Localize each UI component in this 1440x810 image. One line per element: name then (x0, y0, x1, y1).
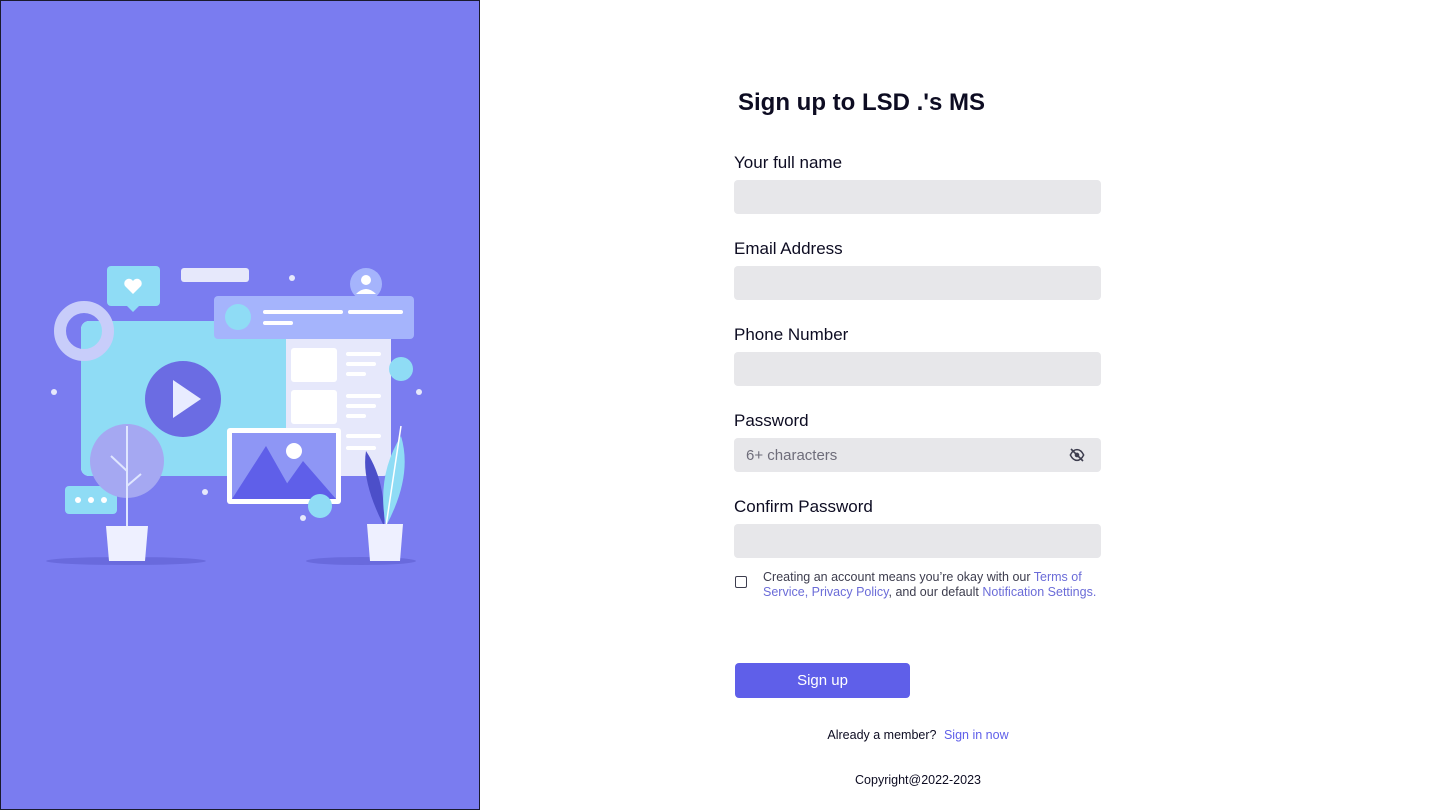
confirm-password-label: Confirm Password (734, 497, 873, 516)
signup-button[interactable]: Sign up (735, 663, 910, 698)
copyright: Copyright@2022-2023 (855, 773, 981, 787)
agreement-period: . (1092, 585, 1097, 599)
agreement-separator: , (804, 585, 812, 599)
password-label: Password (734, 411, 809, 430)
password-input[interactable] (734, 438, 1101, 472)
agreement-text-part: Creating an account means you’re okay wi… (763, 570, 1034, 584)
phone-input[interactable] (734, 352, 1101, 386)
video-content-illustration (46, 266, 422, 565)
eye-off-icon[interactable] (1069, 447, 1085, 463)
full-name-input[interactable] (734, 180, 1101, 214)
agreement-text-part: , and our default (888, 585, 983, 599)
agreement-text: Creating an account means you’re okay wi… (763, 570, 1103, 600)
notification-settings-link[interactable]: Notification Settings (982, 585, 1092, 599)
signin-prompt: Already a member? Sign in now (734, 728, 1102, 742)
full-name-label: Your full name (734, 153, 843, 172)
page-title: Sign up to LSD .'s MS (738, 89, 986, 116)
confirm-password-input[interactable] (734, 524, 1101, 558)
left-panel (0, 0, 480, 810)
privacy-link[interactable]: Privacy Policy (812, 585, 889, 599)
member-text: Already a member? (827, 728, 937, 742)
agreement-checkbox[interactable] (735, 576, 747, 588)
email-input[interactable] (734, 266, 1101, 300)
email-label: Email Address (734, 239, 843, 258)
signin-link[interactable]: Sign in now (944, 728, 1009, 742)
phone-label: Phone Number (734, 325, 849, 344)
